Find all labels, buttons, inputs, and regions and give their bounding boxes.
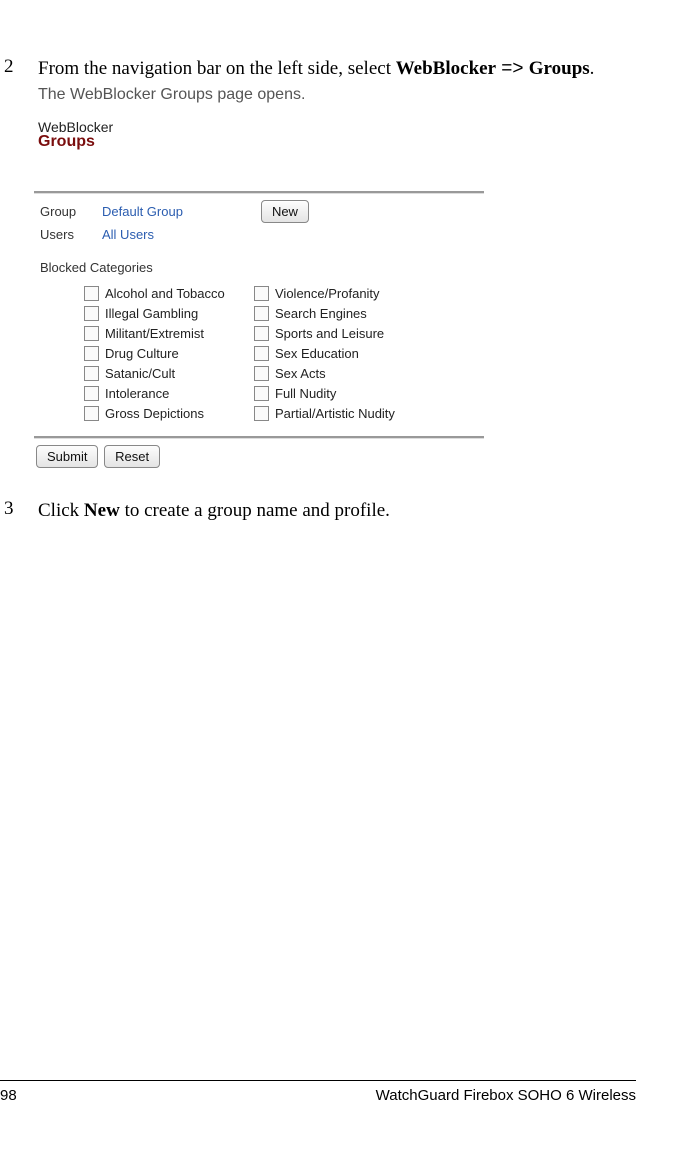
- step-3: 3 Click New to create a group name and p…: [0, 498, 636, 524]
- checkbox[interactable]: [254, 286, 269, 301]
- categories-grid: Alcohol and Tobacco Illegal Gambling Mil…: [84, 281, 484, 426]
- step-result: The WebBlocker Groups page opens.: [38, 84, 636, 106]
- category-row: Sports and Leisure: [254, 326, 424, 341]
- checkbox[interactable]: [84, 346, 99, 361]
- category-row: Search Engines: [254, 306, 424, 321]
- category-label: Partial/Artistic Nudity: [275, 406, 395, 421]
- checkbox[interactable]: [84, 286, 99, 301]
- checkbox[interactable]: [84, 406, 99, 421]
- category-label: Violence/Profanity: [275, 286, 380, 301]
- step-number: 3: [0, 498, 38, 524]
- page-number: 98: [0, 1087, 40, 1104]
- new-bold: New: [84, 500, 120, 521]
- category-label: Satanic/Cult: [105, 366, 175, 381]
- checkbox[interactable]: [254, 326, 269, 341]
- category-row: Alcohol and Tobacco: [84, 286, 254, 301]
- nav-arrow: =>: [496, 58, 529, 79]
- group-label: Group: [34, 204, 102, 219]
- checkbox[interactable]: [254, 386, 269, 401]
- category-row: Militant/Extremist: [84, 326, 254, 341]
- category-row: Sex Acts: [254, 366, 424, 381]
- nav-path-groups: Groups: [529, 58, 590, 79]
- step-number: 2: [0, 56, 38, 105]
- screenshot-title-groups: Groups: [34, 133, 484, 151]
- step-text-post: to create a group name and profile.: [120, 500, 390, 521]
- category-label: Full Nudity: [275, 386, 336, 401]
- group-row: Group Default Group New: [34, 200, 484, 223]
- users-label: Users: [34, 227, 102, 242]
- category-row: Illegal Gambling: [84, 306, 254, 321]
- nav-path-webblocker: WebBlocker: [396, 58, 496, 79]
- categories-col-1: Alcohol and Tobacco Illegal Gambling Mil…: [84, 281, 254, 426]
- new-button[interactable]: New: [261, 200, 309, 223]
- category-row: Full Nudity: [254, 386, 424, 401]
- step-body: Click New to create a group name and pro…: [38, 498, 636, 524]
- checkbox[interactable]: [254, 346, 269, 361]
- category-row: Violence/Profanity: [254, 286, 424, 301]
- button-row: Submit Reset: [36, 445, 484, 468]
- users-value[interactable]: All Users: [102, 227, 154, 242]
- checkbox[interactable]: [254, 306, 269, 321]
- checkbox[interactable]: [254, 366, 269, 381]
- page-footer: 98 WatchGuard Firebox SOHO 6 Wireless: [0, 1080, 636, 1104]
- category-row: Drug Culture: [84, 346, 254, 361]
- group-value[interactable]: Default Group: [102, 204, 183, 219]
- category-label: Alcohol and Tobacco: [105, 286, 225, 301]
- step-text: From the navigation bar on the left side…: [38, 58, 396, 79]
- reset-button[interactable]: Reset: [104, 445, 160, 468]
- checkbox[interactable]: [84, 306, 99, 321]
- submit-button[interactable]: Submit: [36, 445, 98, 468]
- period: .: [590, 58, 595, 79]
- category-row: Satanic/Cult: [84, 366, 254, 381]
- divider: [34, 191, 484, 194]
- category-label: Sports and Leisure: [275, 326, 384, 341]
- category-label: Illegal Gambling: [105, 306, 198, 321]
- category-label: Intolerance: [105, 386, 169, 401]
- divider: [34, 436, 484, 439]
- category-row: Gross Depictions: [84, 406, 254, 421]
- category-row: Intolerance: [84, 386, 254, 401]
- step-2: 2 From the navigation bar on the left si…: [0, 56, 636, 105]
- category-label: Sex Acts: [275, 366, 326, 381]
- users-row: Users All Users: [34, 227, 484, 242]
- category-label: Gross Depictions: [105, 406, 204, 421]
- categories-col-2: Violence/Profanity Search Engines Sports…: [254, 281, 424, 426]
- checkbox[interactable]: [84, 366, 99, 381]
- category-label: Drug Culture: [105, 346, 179, 361]
- footer-title: WatchGuard Firebox SOHO 6 Wireless: [40, 1087, 636, 1104]
- category-label: Sex Education: [275, 346, 359, 361]
- category-row: Sex Education: [254, 346, 424, 361]
- step-body: From the navigation bar on the left side…: [38, 56, 636, 105]
- blocked-categories-label: Blocked Categories: [40, 260, 484, 275]
- step-text-pre: Click: [38, 500, 84, 521]
- checkbox[interactable]: [254, 406, 269, 421]
- checkbox[interactable]: [84, 326, 99, 341]
- webblocker-screenshot: WebBlocker Groups Group Default Group Ne…: [34, 119, 484, 468]
- category-label: Militant/Extremist: [105, 326, 204, 341]
- category-row: Partial/Artistic Nudity: [254, 406, 424, 421]
- category-label: Search Engines: [275, 306, 367, 321]
- checkbox[interactable]: [84, 386, 99, 401]
